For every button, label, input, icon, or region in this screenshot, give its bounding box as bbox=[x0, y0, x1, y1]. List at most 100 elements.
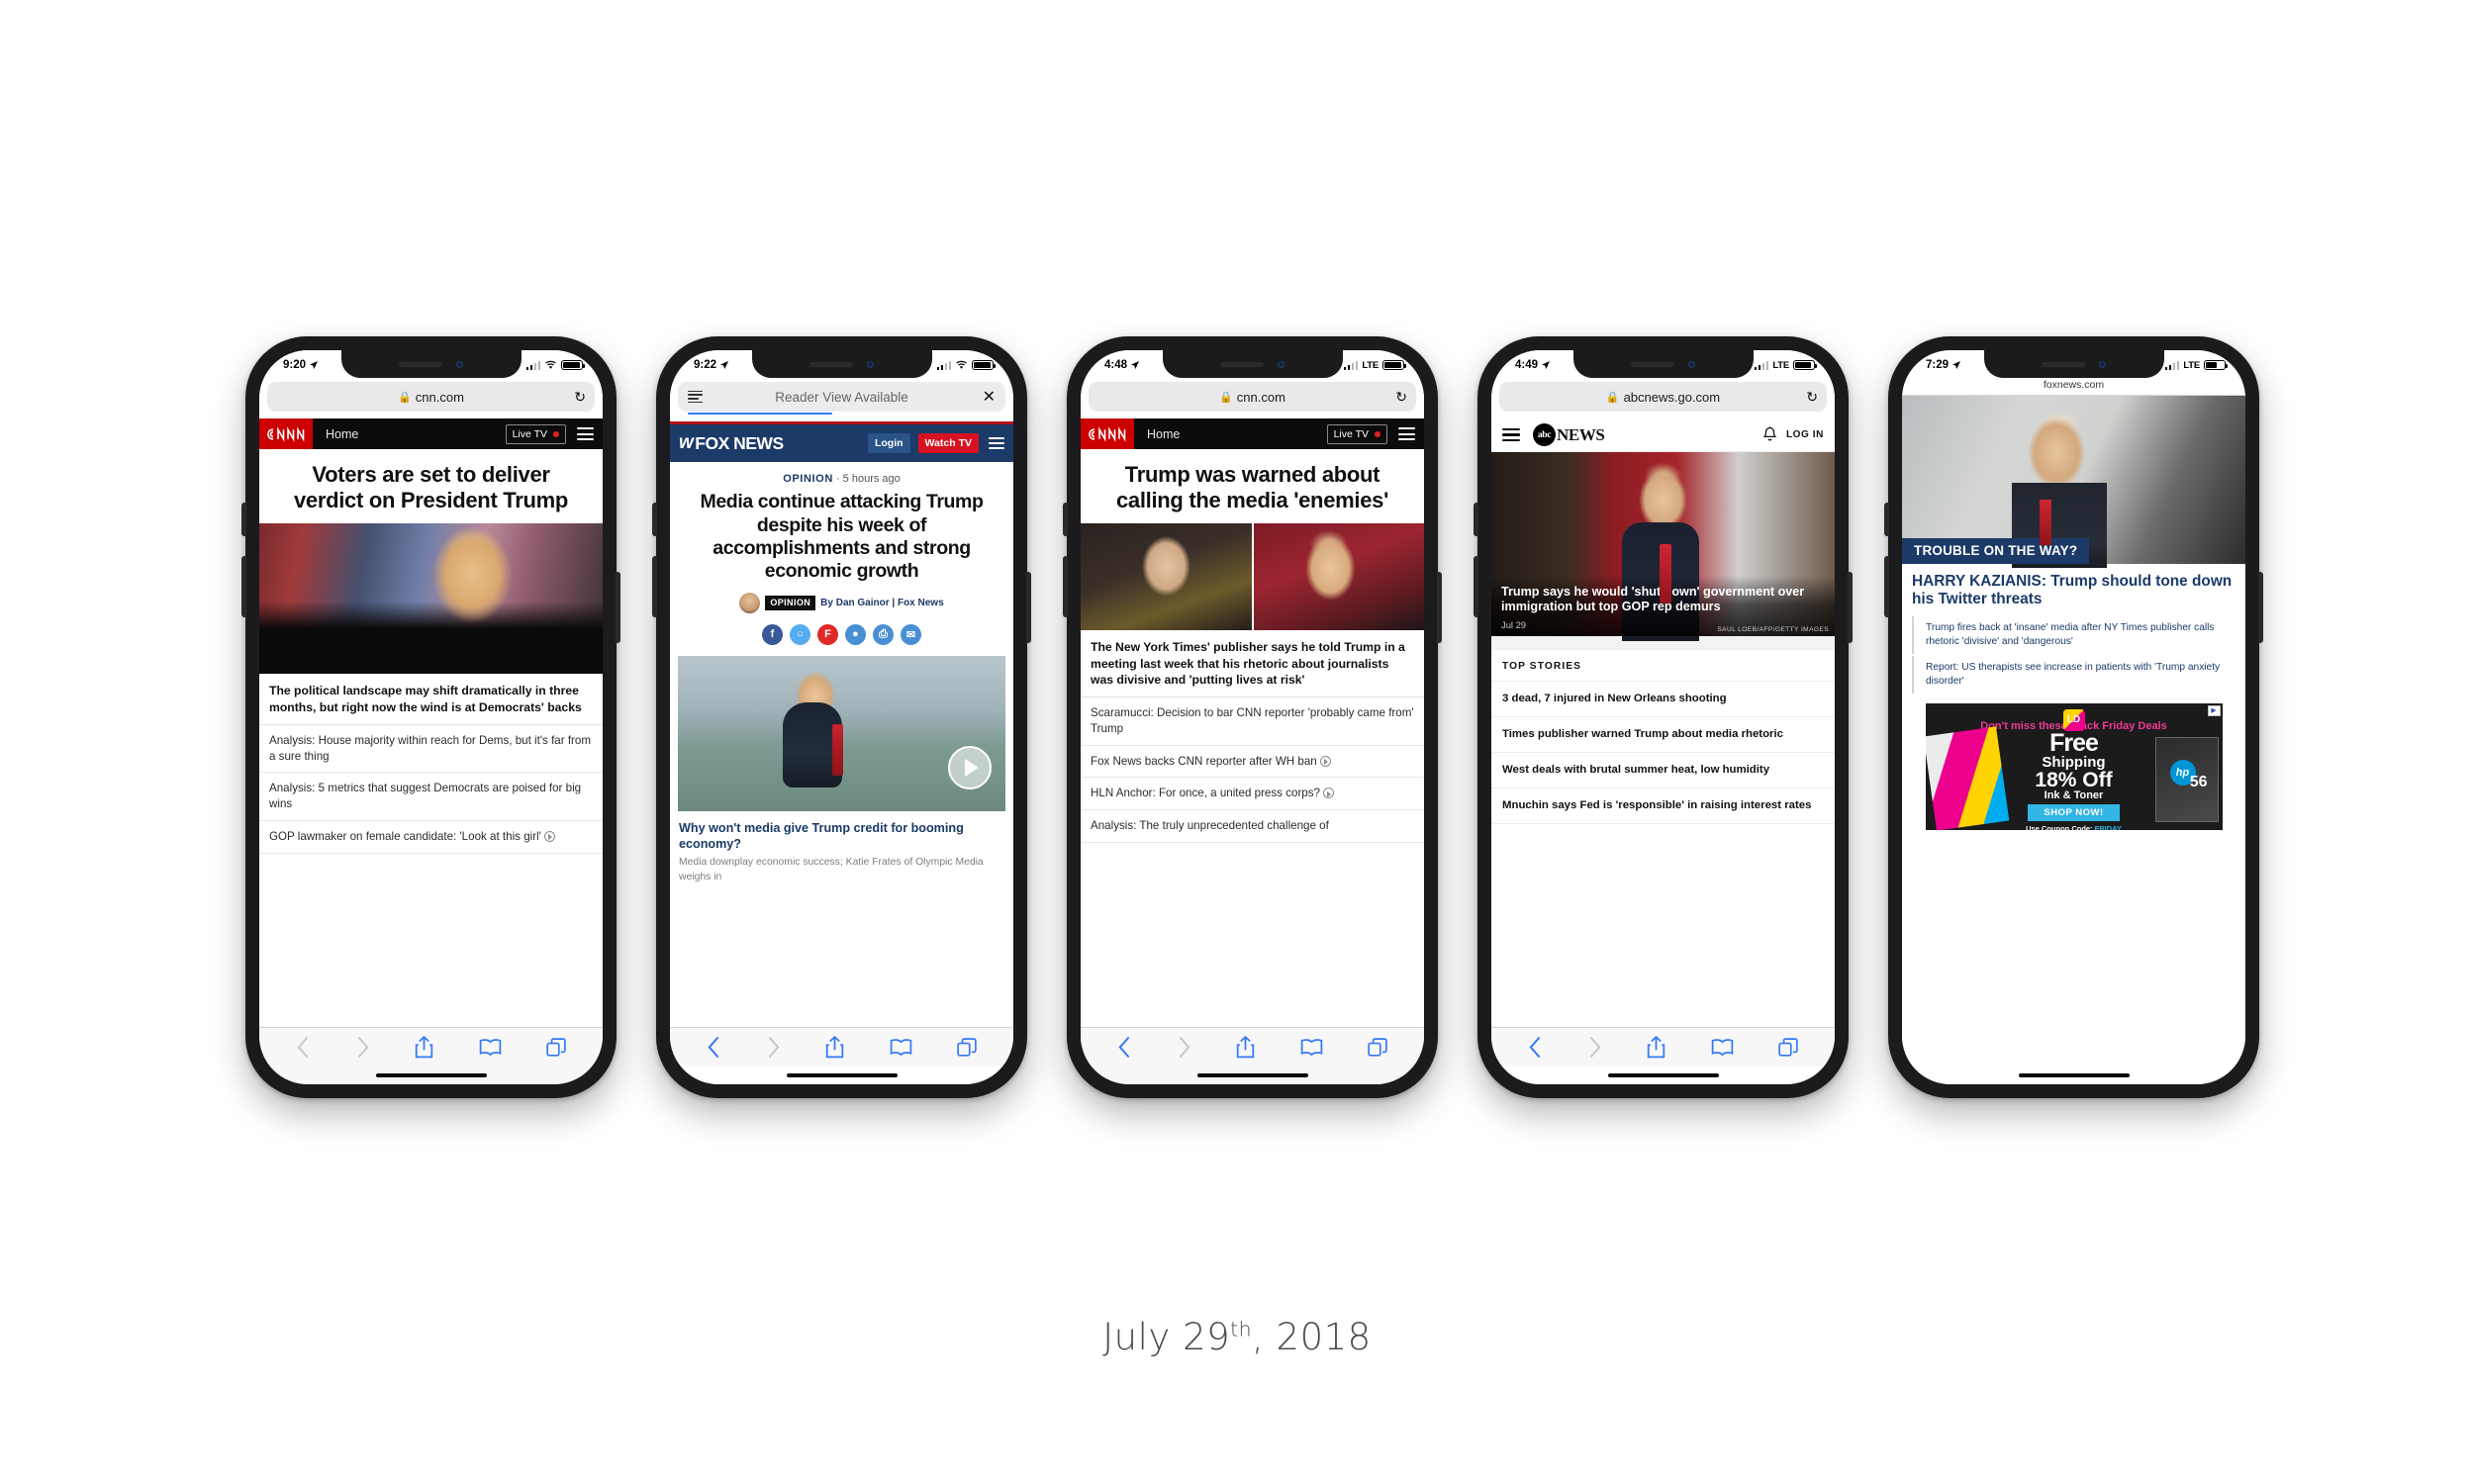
kicker-label[interactable]: OPINION bbox=[783, 473, 833, 485]
log-in-button[interactable]: LOG IN bbox=[1786, 429, 1824, 440]
reader-view-icon[interactable] bbox=[688, 390, 703, 404]
forward-chevron-icon[interactable] bbox=[355, 1037, 370, 1058]
email-share-icon[interactable]: ✉ bbox=[901, 623, 921, 645]
tabs-icon[interactable] bbox=[957, 1037, 977, 1058]
close-icon[interactable]: ✕ bbox=[983, 387, 996, 407]
power-button[interactable] bbox=[1848, 572, 1853, 643]
cnn-home-link[interactable]: Home bbox=[326, 427, 358, 441]
home-indicator[interactable] bbox=[375, 1072, 487, 1078]
tabs-icon[interactable] bbox=[1778, 1037, 1798, 1058]
hamburger-icon[interactable] bbox=[989, 436, 1004, 450]
list-item[interactable]: HLN Anchor: For once, a united press cor… bbox=[1081, 778, 1424, 811]
home-indicator-area bbox=[1902, 1067, 2245, 1084]
reload-icon[interactable]: ↻ bbox=[1395, 389, 1407, 406]
facebook-share-icon[interactable]: f bbox=[762, 623, 783, 645]
abc-news-logo[interactable]: abc NEWS bbox=[1533, 423, 1605, 446]
list-item[interactable]: Fox News backs CNN reporter after WH ban bbox=[1081, 746, 1424, 779]
video-title-link[interactable]: Why won't media give Trump credit for bo… bbox=[670, 811, 1013, 857]
home-indicator[interactable] bbox=[786, 1072, 898, 1078]
play-button-icon[interactable] bbox=[948, 745, 992, 789]
print-icon[interactable]: ⎙ bbox=[873, 623, 894, 645]
home-indicator[interactable] bbox=[1196, 1072, 1308, 1078]
adchoices-icon[interactable]: ▶ bbox=[2207, 704, 2221, 716]
tabs-icon[interactable] bbox=[546, 1037, 566, 1058]
home-indicator[interactable] bbox=[2018, 1072, 2130, 1078]
list-item-text: Scaramucci: Decision to bar CNN reporter… bbox=[1091, 706, 1414, 735]
list-item[interactable]: Mnuchin says Fed is 'responsible' in rai… bbox=[1491, 788, 1835, 825]
list-item[interactable]: Times publisher warned Trump about media… bbox=[1491, 717, 1835, 754]
hero-image-trump-rally[interactable] bbox=[259, 523, 603, 675]
advertisement[interactable]: hp 56 LD Don't miss these Black Friday D… bbox=[1925, 702, 2223, 830]
login-button[interactable]: Login bbox=[867, 433, 910, 454]
live-tv-button[interactable]: Live TV bbox=[505, 423, 566, 444]
share-icon[interactable] bbox=[415, 1036, 433, 1059]
forward-chevron-icon[interactable] bbox=[1587, 1037, 1602, 1058]
ad-line-1: Free bbox=[2049, 728, 2099, 757]
bookmarks-icon[interactable] bbox=[479, 1038, 502, 1057]
list-item[interactable]: Analysis: House majority within reach fo… bbox=[259, 725, 603, 774]
opinion-badge: OPINION bbox=[765, 595, 816, 610]
address-bar[interactable]: 🔒 cnn.com ↻ bbox=[267, 382, 595, 412]
lead-story-link[interactable]: The New York Times' publisher says he to… bbox=[1081, 630, 1424, 698]
forward-chevron-icon[interactable] bbox=[1177, 1037, 1191, 1058]
page-headline[interactable]: Trump was warned about calling the media… bbox=[1081, 449, 1424, 523]
page-headline[interactable]: Voters are set to deliver verdict on Pre… bbox=[259, 449, 603, 523]
address-bar[interactable]: 🔒 cnn.com ↻ bbox=[1089, 382, 1416, 412]
hero-story[interactable]: SAUL LOEB/AFP/GETTY IMAGES Trump says he… bbox=[1491, 452, 1835, 641]
power-button[interactable] bbox=[1026, 572, 1031, 643]
list-item[interactable]: Analysis: The truly unprecedented challe… bbox=[1081, 810, 1424, 843]
byline-text[interactable]: By Dan Gainor | Fox News bbox=[820, 598, 944, 608]
hamburger-icon[interactable] bbox=[577, 427, 594, 440]
flipboard-share-icon[interactable]: F bbox=[817, 623, 838, 645]
reader-view-bar[interactable]: Reader View Available ✕ bbox=[678, 382, 1005, 412]
hero-image-sulzberger-trump[interactable] bbox=[1081, 523, 1424, 631]
power-button[interactable] bbox=[2258, 572, 2263, 643]
lead-story-link[interactable]: The political landscape may shift dramat… bbox=[259, 674, 603, 725]
hamburger-icon[interactable] bbox=[1398, 427, 1415, 440]
cnn-logo-icon[interactable] bbox=[1081, 418, 1134, 449]
lock-icon: 🔒 bbox=[1219, 391, 1233, 404]
cnn-home-link[interactable]: Home bbox=[1147, 427, 1180, 441]
bookmarks-icon[interactable] bbox=[1711, 1038, 1734, 1057]
notification-bell-icon[interactable] bbox=[1762, 426, 1777, 443]
comment-icon[interactable]: ● bbox=[845, 623, 866, 645]
back-chevron-icon[interactable] bbox=[1528, 1037, 1543, 1058]
back-chevron-icon[interactable] bbox=[296, 1037, 311, 1058]
back-chevron-icon[interactable] bbox=[707, 1037, 721, 1058]
list-item[interactable]: 3 dead, 7 injured in New Orleans shootin… bbox=[1491, 682, 1835, 718]
list-item[interactable]: West deals with brutal summer heat, low … bbox=[1491, 753, 1835, 789]
twitter-share-icon[interactable]: ○ bbox=[790, 623, 810, 645]
forward-chevron-icon[interactable] bbox=[766, 1037, 781, 1058]
watch-tv-button[interactable]: Watch TV bbox=[917, 433, 979, 454]
power-button[interactable] bbox=[616, 572, 620, 643]
home-indicator[interactable] bbox=[1607, 1072, 1719, 1078]
reload-icon[interactable]: ↻ bbox=[1806, 389, 1818, 406]
live-tv-button[interactable]: Live TV bbox=[1326, 423, 1387, 444]
tabs-icon[interactable] bbox=[1368, 1037, 1387, 1058]
share-icon[interactable] bbox=[1236, 1036, 1255, 1059]
home-indicator-area bbox=[670, 1067, 1013, 1084]
reload-icon[interactable]: ↻ bbox=[574, 389, 586, 406]
list-item[interactable]: GOP lawmaker on female candidate: 'Look … bbox=[259, 821, 603, 854]
list-item[interactable]: Scaramucci: Decision to bar CNN reporter… bbox=[1081, 697, 1424, 746]
hamburger-icon[interactable] bbox=[1502, 427, 1520, 442]
share-icon[interactable] bbox=[825, 1036, 844, 1059]
address-bar[interactable]: 🔒 abcnews.go.com ↻ bbox=[1499, 382, 1827, 412]
video-player[interactable] bbox=[678, 655, 1005, 811]
list-item[interactable]: Trump fires back at 'insane' media after… bbox=[1912, 615, 2236, 654]
compact-address-bar[interactable]: foxnews.com bbox=[1902, 378, 2245, 396]
share-icon[interactable] bbox=[1647, 1036, 1665, 1059]
earpiece-speaker bbox=[2042, 361, 2085, 367]
hero-story[interactable]: TROUBLE ON THE WAY? bbox=[1902, 396, 2245, 569]
list-item-text: HLN Anchor: For once, a united press cor… bbox=[1091, 787, 1320, 800]
power-button[interactable] bbox=[1437, 572, 1442, 643]
list-item[interactable]: Analysis: 5 metrics that suggest Democra… bbox=[259, 773, 603, 821]
fox-news-logo[interactable]: w FOX NEWS bbox=[679, 432, 784, 454]
ad-cta-button[interactable]: SHOP NOW! bbox=[2028, 804, 2120, 822]
bookmarks-icon[interactable] bbox=[1300, 1038, 1323, 1057]
cnn-logo-icon[interactable] bbox=[259, 418, 313, 449]
list-item[interactable]: Report: US therapists see increase in pa… bbox=[1912, 655, 2236, 694]
page-headline[interactable]: HARRY KAZIANIS: Trump should tone down h… bbox=[1902, 564, 2245, 616]
back-chevron-icon[interactable] bbox=[1117, 1037, 1132, 1058]
bookmarks-icon[interactable] bbox=[890, 1038, 912, 1057]
